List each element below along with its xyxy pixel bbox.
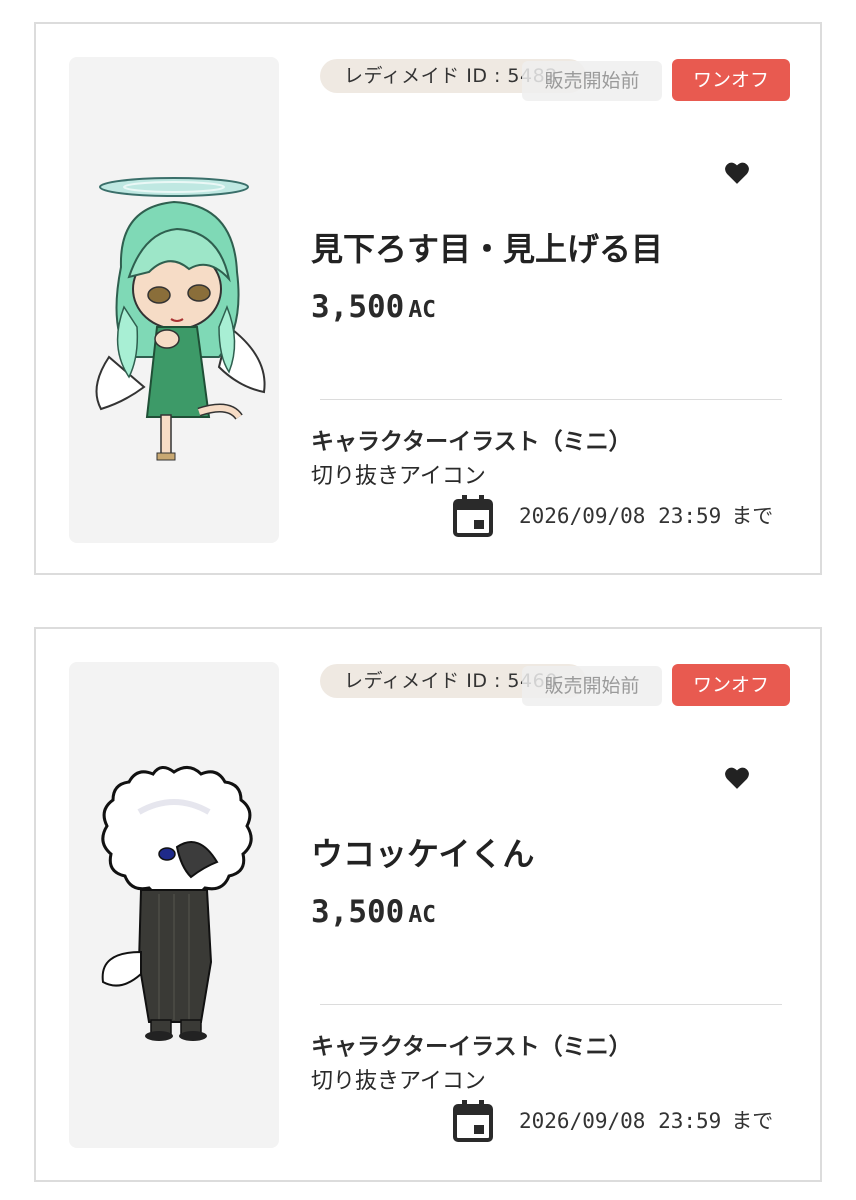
deadline: 2026/09/08 23:59 まで [519, 500, 773, 530]
listing-card[interactable]: レディメイド ID : 5482 販売開始前 ワンオフ 見下ろす目・見上げる目 … [34, 22, 822, 575]
subcategory-label: 切り抜きアイコン [311, 1069, 486, 1094]
sale-status-badge: 販売開始前 [522, 61, 662, 101]
deadline-suffix: まで [731, 504, 774, 528]
type-badge: ワンオフ [672, 59, 790, 101]
listing-title[interactable]: ウコッケイくん [311, 829, 791, 875]
price-value: 3,500 [311, 289, 405, 325]
calendar-icon [453, 1100, 493, 1142]
divider [320, 1004, 782, 1005]
listing-title[interactable]: 見下ろす目・見上げる目 [311, 224, 791, 270]
price: 3,500 AC [311, 289, 436, 325]
deadline-date: 2026/09/08 23:59 [519, 1109, 722, 1133]
calendar-icon [453, 495, 493, 537]
bird-character-illustration [101, 766, 253, 1041]
price-currency: AC [408, 902, 437, 928]
deadline-suffix: まで [731, 1109, 774, 1133]
type-badge: ワンオフ [672, 664, 790, 706]
thumbnail-image[interactable] [69, 57, 279, 543]
angel-character-illustration [95, 177, 266, 461]
thumbnail-image[interactable] [69, 662, 279, 1148]
price: 3,500 AC [311, 894, 436, 930]
deadline-date: 2026/09/08 23:59 [519, 504, 722, 528]
price-currency: AC [408, 297, 437, 323]
listing-card[interactable]: レディメイド ID : 5460 販売開始前 ワンオフ ウコッケイくん 3,50… [34, 627, 822, 1182]
category-label: キャラクターイラスト（ミニ） [311, 429, 632, 455]
subcategory-label: 切り抜きアイコン [311, 464, 486, 489]
deadline: 2026/09/08 23:59 まで [519, 1105, 773, 1135]
sale-status-badge: 販売開始前 [522, 666, 662, 706]
price-value: 3,500 [311, 894, 405, 930]
heart-icon[interactable] [724, 766, 750, 790]
heart-icon[interactable] [724, 161, 750, 185]
divider [320, 399, 782, 400]
category-label: キャラクターイラスト（ミニ） [311, 1034, 632, 1060]
